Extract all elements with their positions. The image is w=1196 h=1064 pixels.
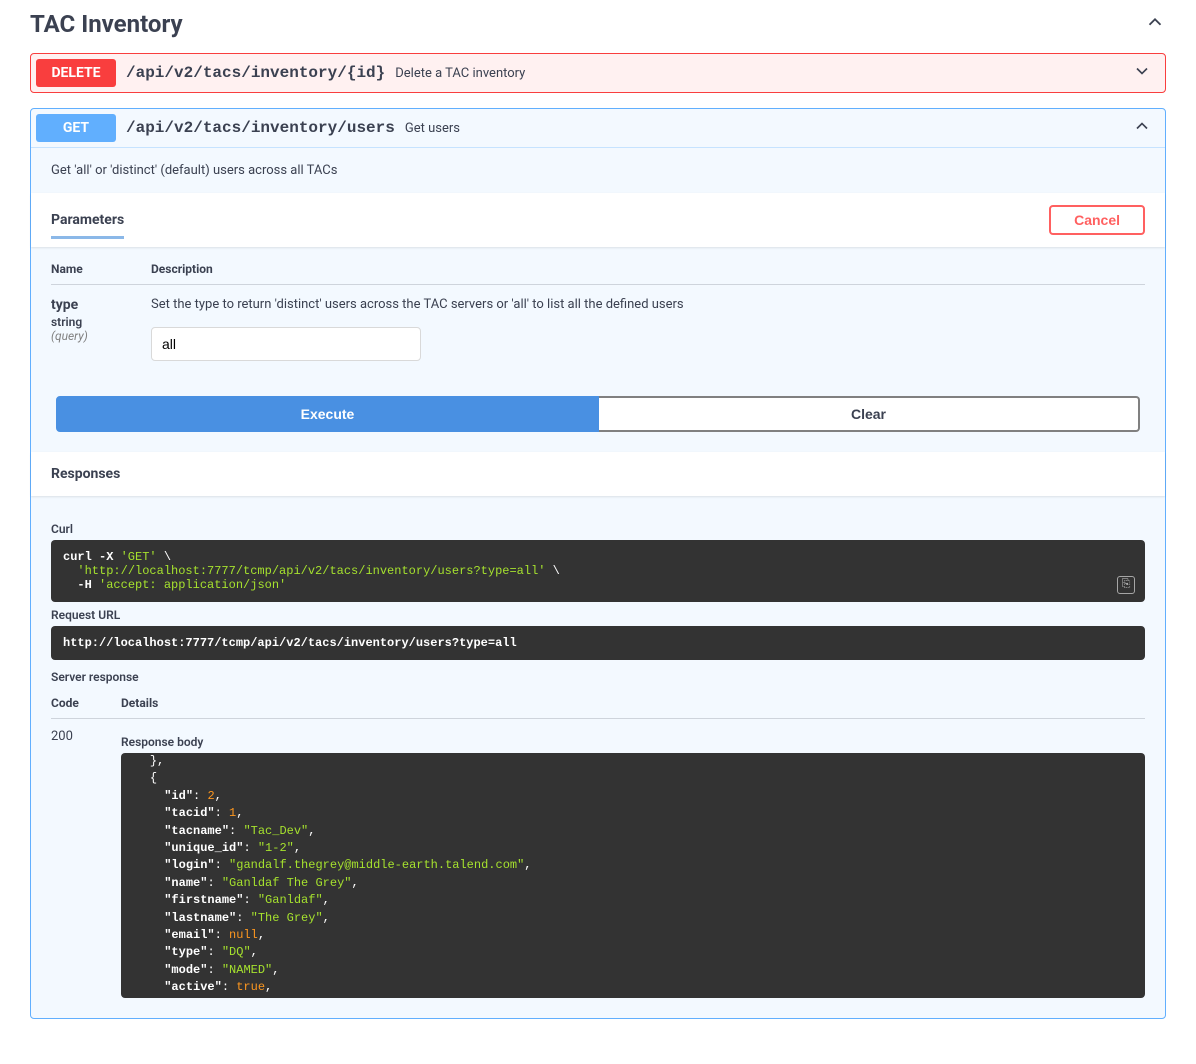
op-path-delete: /api/v2/tacs/inventory/{id}	[116, 64, 395, 82]
execute-button[interactable]: Execute	[56, 396, 599, 432]
response-body-block[interactable]: }, { "id": 2, "tacid": 1, "tacname": "Ta…	[121, 753, 1145, 998]
param-description: Set the type to return 'distinct' users …	[151, 297, 1145, 312]
parameters-header: Parameters Cancel	[31, 193, 1165, 247]
response-code: 200	[51, 729, 121, 744]
responses-header: Responses	[31, 452, 1165, 496]
op-path-get: /api/v2/tacs/inventory/users	[116, 119, 405, 137]
param-input-type[interactable]	[151, 327, 421, 361]
request-url-label: Request URL	[51, 608, 1145, 622]
response-body-label: Response body	[121, 735, 1145, 749]
opblock-get: GET /api/v2/tacs/inventory/users Get use…	[30, 108, 1166, 1019]
chevron-down-icon[interactable]	[1132, 61, 1160, 85]
server-response-label: Server response	[51, 670, 1145, 684]
section-title[interactable]: TAC Inventory	[30, 10, 183, 38]
op-description: Get 'all' or 'distinct' (default) users …	[31, 148, 1165, 193]
col-details: Details	[121, 696, 1145, 710]
copy-icon[interactable]: ⎘	[1117, 576, 1135, 594]
opblock-summary-get[interactable]: GET /api/v2/tacs/inventory/users Get use…	[31, 109, 1165, 147]
parameters-tab[interactable]: Parameters	[51, 212, 124, 239]
param-name: type	[51, 297, 141, 313]
param-type: string	[51, 315, 141, 329]
request-url-block: http://localhost:7777/tcmp/api/v2/tacs/i…	[51, 626, 1145, 660]
opblock-summary-delete[interactable]: DELETE /api/v2/tacs/inventory/{id} Delet…	[31, 54, 1165, 92]
chevron-up-icon[interactable]	[1132, 116, 1160, 140]
col-description: Description	[151, 262, 1145, 276]
method-badge-delete: DELETE	[36, 59, 116, 87]
cancel-button[interactable]: Cancel	[1049, 205, 1145, 235]
curl-label: Curl	[51, 522, 1145, 536]
col-name: Name	[51, 262, 141, 276]
method-badge-get: GET	[36, 114, 116, 142]
collapse-section-icon[interactable]	[1144, 11, 1166, 37]
curl-block: curl -X 'GET' \ 'http://localhost:7777/t…	[51, 540, 1145, 602]
clear-button[interactable]: Clear	[599, 396, 1140, 432]
op-desc-delete: Delete a TAC inventory	[395, 66, 525, 81]
col-code: Code	[51, 696, 121, 710]
op-desc-get: Get users	[405, 121, 460, 136]
param-location: (query)	[51, 329, 141, 343]
opblock-delete: DELETE /api/v2/tacs/inventory/{id} Delet…	[30, 53, 1166, 93]
